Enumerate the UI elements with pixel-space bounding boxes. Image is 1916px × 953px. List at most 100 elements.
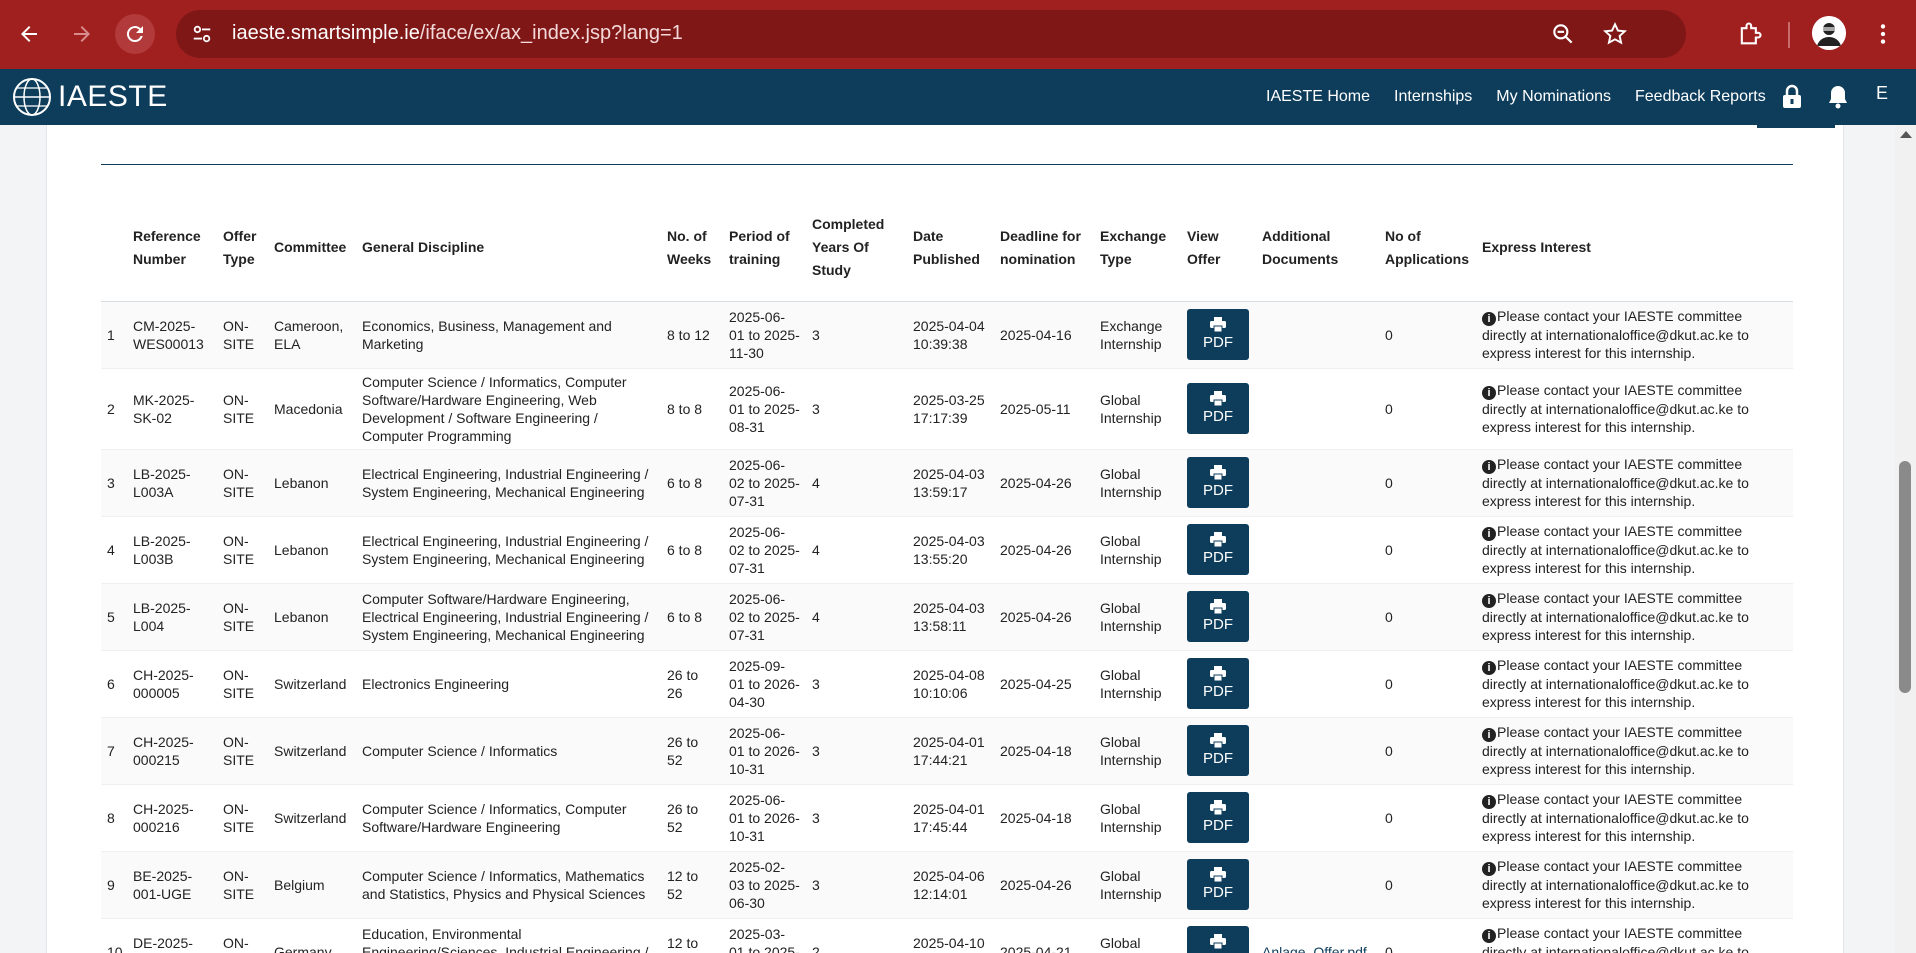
view-offer-pdf-button[interactable]: PDF xyxy=(1187,926,1249,953)
address-bar[interactable]: iaeste.smartsimple.ie/iface/ex/ax_index.… xyxy=(176,10,1686,58)
cell-offer-type: ON-SITE xyxy=(217,449,268,517)
cell-express-interest: i Please contact your IAESTE committee di… xyxy=(1476,301,1793,369)
col-applications[interactable]: No of Applications xyxy=(1379,195,1476,302)
info-icon: i xyxy=(1482,460,1496,474)
browser-menu-icon[interactable] xyxy=(1870,20,1896,48)
table-header-row: Reference Number Offer Type Committee Ge… xyxy=(101,195,1793,302)
logo-text: IAESTE xyxy=(58,80,168,113)
cell-reference-number: CM-2025-WES00013 xyxy=(127,301,217,369)
cell-exchange-type: Global Internship xyxy=(1094,449,1181,517)
express-interest-message: Please contact your IAESTE committee dir… xyxy=(1482,523,1749,576)
cell-training-period: 2025-03-01 to 2025-05-31 xyxy=(723,918,806,953)
col-deadline[interactable]: Deadline for nomination xyxy=(994,195,1094,302)
nav-my-nominations[interactable]: My Nominations xyxy=(1496,88,1611,106)
cell-express-interest: i Please contact your IAESTE committee di… xyxy=(1476,583,1793,651)
table-row: 2 MK-2025-SK-02 ON-SITE Macedonia Computer S… xyxy=(101,368,1793,450)
table-row: 1 CM-2025-WES00013 ON-SITE Cameroon, ELA Eco… xyxy=(101,301,1793,369)
cell-nomination-deadline: 2025-04-16 xyxy=(994,301,1094,369)
view-offer-pdf-button[interactable]: PDF xyxy=(1187,725,1249,776)
info-icon: i xyxy=(1482,527,1496,541)
section-divider xyxy=(101,164,1793,165)
cell-committee: Lebanon xyxy=(268,449,356,517)
reload-button[interactable] xyxy=(115,14,155,54)
cell-general-discipline: Computer Science / Informatics, Computer… xyxy=(356,784,661,852)
tab-indicator xyxy=(1757,125,1835,128)
site-logo[interactable]: IAESTE xyxy=(12,77,168,117)
cell-weeks: 6 to 8 xyxy=(661,516,723,584)
cell-exchange-type: Global Internship xyxy=(1094,717,1181,785)
cell-completed-years: 3 xyxy=(806,851,907,919)
additional-document-link[interactable]: Anlage_Offer.pdf xyxy=(1262,944,1367,953)
col-exchange-type[interactable]: Exchange Type xyxy=(1094,195,1181,302)
cell-express-interest: i Please contact your IAESTE committee di… xyxy=(1476,368,1793,450)
table-row: 4 LB-2025-L003B ON-SITE Lebanon Electrical E… xyxy=(101,516,1793,584)
back-button[interactable] xyxy=(9,14,49,54)
printer-icon xyxy=(1210,465,1226,480)
main-nav: IAESTE Home Internships My Nominations F… xyxy=(1266,69,1790,125)
cell-view-offer: PDF xyxy=(1181,368,1256,450)
printer-icon xyxy=(1210,317,1226,332)
view-offer-pdf-button[interactable]: PDF xyxy=(1187,859,1249,910)
printer-icon xyxy=(1210,867,1226,882)
pdf-label: PDF xyxy=(1203,549,1233,566)
cell-view-offer: PDF xyxy=(1181,301,1256,369)
col-reference-number[interactable]: Reference Number xyxy=(127,195,217,302)
scroll-up-arrow-icon[interactable] xyxy=(1900,131,1912,138)
view-offer-pdf-button[interactable]: PDF xyxy=(1187,591,1249,642)
nav-feedback-reports[interactable]: Feedback Reports xyxy=(1635,88,1766,106)
cell-weeks: 12 to 12 xyxy=(661,918,723,953)
table-row: 7 CH-2025-000215 ON-SITE Switzerland Compute… xyxy=(101,717,1793,785)
cell-weeks: 6 to 8 xyxy=(661,583,723,651)
cell-weeks: 8 to 12 xyxy=(661,301,723,369)
cell-express-interest: i Please contact your IAESTE committee di… xyxy=(1476,918,1793,953)
cell-applications: 0 xyxy=(1379,516,1476,584)
profile-avatar[interactable] xyxy=(1812,16,1846,50)
cell-committee: Germany xyxy=(268,918,356,953)
col-committee[interactable]: Committee xyxy=(268,195,356,302)
extensions-icon[interactable] xyxy=(1736,20,1764,48)
url-text[interactable]: iaeste.smartsimple.ie/iface/ex/ax_index.… xyxy=(232,22,683,45)
cell-training-period: 2025-06-01 to 2026-10-31 xyxy=(723,784,806,852)
view-offer-pdf-button[interactable]: PDF xyxy=(1187,524,1249,575)
printer-icon xyxy=(1210,733,1226,748)
col-general-discipline[interactable]: General Discipline xyxy=(356,195,661,302)
user-menu[interactable]: E xyxy=(1876,83,1888,104)
forward-button[interactable] xyxy=(62,14,102,54)
view-offer-pdf-button[interactable]: PDF xyxy=(1187,457,1249,508)
view-offer-pdf-button[interactable]: PDF xyxy=(1187,658,1249,709)
site-settings-icon[interactable] xyxy=(191,23,213,45)
scrollbar-thumb[interactable] xyxy=(1899,461,1911,693)
printer-icon xyxy=(1210,800,1226,815)
lock-icon[interactable] xyxy=(1780,84,1804,110)
view-offer-pdf-button[interactable]: PDF xyxy=(1187,309,1249,360)
cell-offer-type: ON-SITE xyxy=(217,784,268,852)
cell-nomination-deadline: 2025-04-26 xyxy=(994,851,1094,919)
info-icon: i xyxy=(1482,312,1496,326)
table-row: 8 CH-2025-000216 ON-SITE Switzerland Compute… xyxy=(101,784,1793,852)
bookmark-star-icon[interactable] xyxy=(1602,21,1628,47)
page-scrollbar[interactable] xyxy=(1895,125,1916,953)
pdf-label: PDF xyxy=(1203,683,1233,700)
zoom-icon[interactable] xyxy=(1550,21,1576,47)
view-offer-pdf-button[interactable]: PDF xyxy=(1187,792,1249,843)
col-period[interactable]: Period of training xyxy=(723,195,806,302)
cell-express-interest: i Please contact your IAESTE committee di… xyxy=(1476,449,1793,517)
col-offer-type[interactable]: Offer Type xyxy=(217,195,268,302)
col-weeks[interactable]: No. of Weeks xyxy=(661,195,723,302)
col-years[interactable]: Completed Years Of Study xyxy=(806,195,907,302)
express-interest-message: Please contact your IAESTE committee dir… xyxy=(1482,925,1749,953)
cell-training-period: 2025-09-01 to 2026-04-30 xyxy=(723,650,806,718)
nav-internships[interactable]: Internships xyxy=(1394,88,1472,106)
col-date-published[interactable]: Date Published xyxy=(907,195,994,302)
view-offer-pdf-button[interactable]: PDF xyxy=(1187,383,1249,434)
cell-offer-type: ON-SITE xyxy=(217,583,268,651)
cell-applications: 0 xyxy=(1379,583,1476,651)
cell-completed-years: 4 xyxy=(806,583,907,651)
cell-applications: 0 xyxy=(1379,851,1476,919)
nav-iaeste-home[interactable]: IAESTE Home xyxy=(1266,88,1370,106)
cell-row-index: 10 xyxy=(101,918,127,953)
cell-applications: 0 xyxy=(1379,918,1476,953)
bell-icon[interactable] xyxy=(1826,84,1850,110)
info-icon: i xyxy=(1482,862,1496,876)
cell-training-period: 2025-06-01 to 2026-10-31 xyxy=(723,717,806,785)
